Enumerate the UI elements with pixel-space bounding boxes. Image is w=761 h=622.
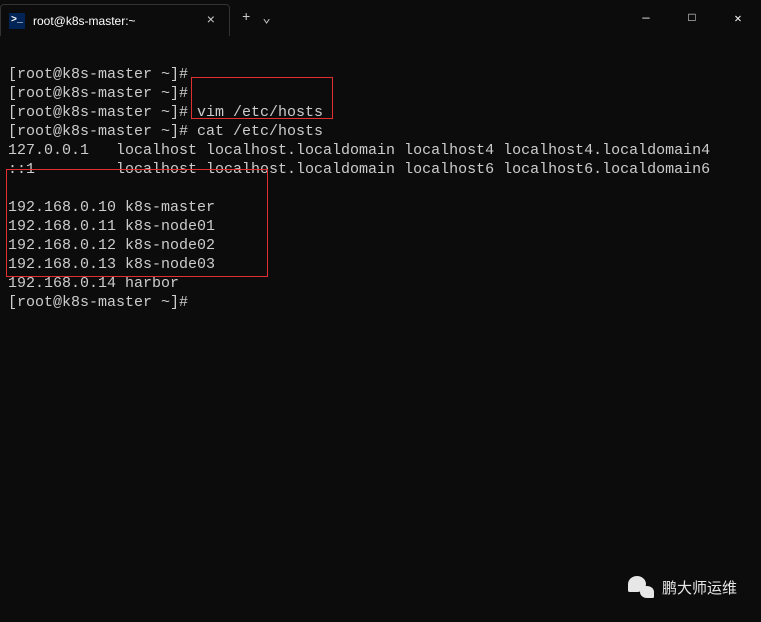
new-tab-button[interactable]: + xyxy=(242,10,250,26)
tab-close-button[interactable]: × xyxy=(201,11,221,31)
close-window-button[interactable]: ✕ xyxy=(715,2,761,34)
prompt-line: [root@k8s-master ~]# xyxy=(8,294,188,311)
active-tab[interactable]: >_ root@k8s-master:~ × xyxy=(0,4,230,36)
tab-actions: + ⌄ xyxy=(230,0,283,36)
output-line: 192.168.0.10 k8s-master xyxy=(8,199,215,216)
window-controls: — □ ✕ xyxy=(623,0,761,36)
tab-dropdown-button[interactable]: ⌄ xyxy=(262,10,270,27)
prompt-line: [root@k8s-master ~]# vim /etc/hosts xyxy=(8,104,323,121)
titlebar: >_ root@k8s-master:~ × + ⌄ — □ ✕ xyxy=(0,0,761,36)
prompt-line: [root@k8s-master ~]# xyxy=(8,85,188,102)
watermark: 鹏大师运维 xyxy=(628,576,737,598)
output-line: 192.168.0.12 k8s-node02 xyxy=(8,237,215,254)
prompt-line: [root@k8s-master ~]# cat /etc/hosts xyxy=(8,123,323,140)
prompt-line: [root@k8s-master ~]# xyxy=(8,66,188,83)
output-line: ::1 localhost localhost.localdomain loca… xyxy=(8,161,710,178)
output-line: 192.168.0.11 k8s-node01 xyxy=(8,218,215,235)
watermark-text: 鹏大师运维 xyxy=(662,577,737,598)
maximize-button[interactable]: □ xyxy=(669,2,715,34)
minimize-button[interactable]: — xyxy=(623,2,669,34)
wechat-icon xyxy=(628,576,654,598)
output-line: 127.0.0.1 localhost localhost.localdomai… xyxy=(8,142,710,159)
terminal-output[interactable]: [root@k8s-master ~]# [root@k8s-master ~]… xyxy=(0,36,761,322)
output-line: 192.168.0.14 harbor xyxy=(8,275,179,292)
output-line: 192.168.0.13 k8s-node03 xyxy=(8,256,215,273)
tab-title: root@k8s-master:~ xyxy=(33,14,193,28)
powershell-icon: >_ xyxy=(9,13,25,29)
